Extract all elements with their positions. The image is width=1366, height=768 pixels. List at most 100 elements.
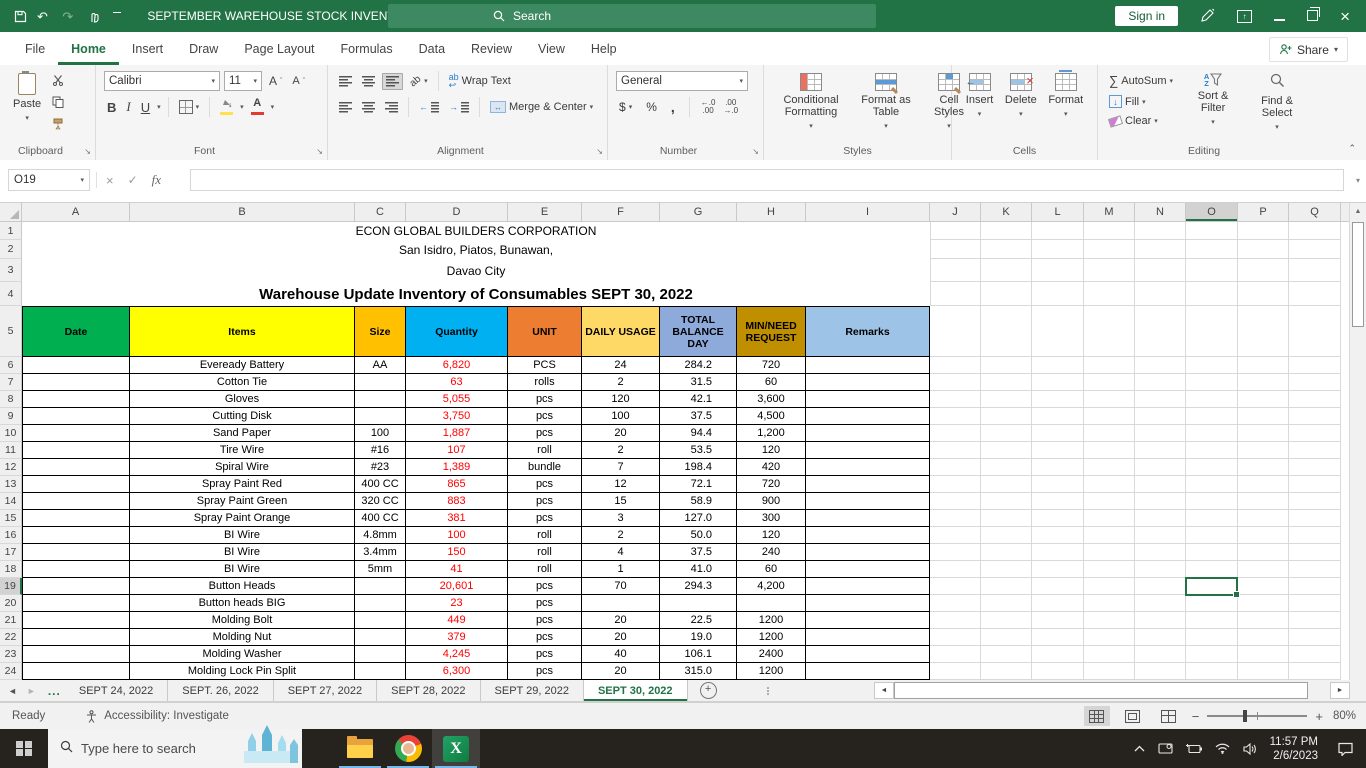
cell[interactable] <box>1289 476 1341 493</box>
cell[interactable] <box>1084 459 1135 476</box>
cell[interactable] <box>1238 391 1289 408</box>
search-box[interactable]: Search <box>388 4 876 28</box>
cell[interactable] <box>981 612 1032 629</box>
table-header-min-need-request[interactable]: MIN/NEED REQUEST <box>737 306 806 357</box>
cell[interactable]: pcs <box>508 595 582 612</box>
cell[interactable] <box>1186 442 1238 459</box>
cell[interactable] <box>930 425 981 442</box>
row-header-7[interactable]: 7 <box>0 374 22 391</box>
decrease-indent-icon[interactable]: ← <box>416 100 442 115</box>
cell[interactable] <box>981 527 1032 544</box>
cell[interactable] <box>981 442 1032 459</box>
cell[interactable]: 400 CC <box>355 510 406 527</box>
cell[interactable]: Cotton Tie <box>130 374 355 391</box>
cell[interactable] <box>981 663 1032 680</box>
taskbar-search-box[interactable]: Type here to search <box>48 725 302 768</box>
cell[interactable]: 5,055 <box>406 391 508 408</box>
cell[interactable]: 70 <box>582 578 660 595</box>
column-header-L[interactable]: L <box>1032 203 1084 221</box>
cell[interactable] <box>1238 663 1289 680</box>
cell[interactable] <box>806 476 930 493</box>
cell[interactable] <box>22 561 130 578</box>
row-header-8[interactable]: 8 <box>0 391 22 408</box>
tray-battery-icon[interactable] <box>1185 743 1202 754</box>
underline-button[interactable]: U <box>138 98 153 117</box>
cell[interactable] <box>1289 282 1341 306</box>
increase-decimal-icon[interactable]: ←.0.00 <box>701 99 716 115</box>
new-sheet-button[interactable]: + <box>699 682 717 699</box>
clipboard-dialog-launcher-icon[interactable]: ↘ <box>84 147 91 156</box>
cell[interactable] <box>1135 374 1186 391</box>
cell[interactable] <box>1289 259 1341 282</box>
cell[interactable] <box>1238 476 1289 493</box>
cell[interactable]: 107 <box>406 442 508 459</box>
cell[interactable] <box>981 222 1032 240</box>
cell[interactable] <box>22 493 130 510</box>
cell[interactable] <box>1032 612 1084 629</box>
menu-tab-draw[interactable]: Draw <box>176 32 231 65</box>
cell[interactable]: 1200 <box>737 629 806 646</box>
cell[interactable]: 20 <box>582 629 660 646</box>
cell[interactable] <box>806 629 930 646</box>
cell[interactable] <box>1289 493 1341 510</box>
cell[interactable] <box>930 544 981 561</box>
cell[interactable]: 58.9 <box>660 493 737 510</box>
column-header-K[interactable]: K <box>981 203 1032 221</box>
font-family-select[interactable]: Calibri ▾ <box>104 71 220 91</box>
row-header-18[interactable]: 18 <box>0 561 22 578</box>
cell[interactable]: 72.1 <box>660 476 737 493</box>
cell[interactable] <box>981 493 1032 510</box>
cell[interactable] <box>22 442 130 459</box>
cell[interactable] <box>1186 425 1238 442</box>
scroll-right-icon[interactable]: ► <box>1330 682 1350 699</box>
cell[interactable]: 127.0 <box>660 510 737 527</box>
cell[interactable] <box>1186 282 1238 306</box>
column-header-D[interactable]: D <box>406 203 508 221</box>
cell[interactable] <box>1289 663 1341 680</box>
merged-title-cell[interactable]: Warehouse Update Inventory of Consumable… <box>22 282 930 306</box>
taskbar-excel-button[interactable]: X <box>432 729 480 768</box>
cell[interactable] <box>1084 493 1135 510</box>
cell[interactable] <box>981 476 1032 493</box>
clear-button[interactable]: Clear ▾ <box>1106 113 1176 129</box>
cell[interactable] <box>1186 357 1238 374</box>
cell[interactable] <box>1135 425 1186 442</box>
cell[interactable] <box>930 459 981 476</box>
cell[interactable] <box>1186 374 1238 391</box>
column-header-F[interactable]: F <box>582 203 660 221</box>
cell[interactable] <box>1084 391 1135 408</box>
tray-wifi-icon[interactable] <box>1215 743 1230 754</box>
column-header-G[interactable]: G <box>660 203 737 221</box>
cell[interactable] <box>1135 391 1186 408</box>
cell[interactable] <box>1289 408 1341 425</box>
cell[interactable]: 4.8mm <box>355 527 406 544</box>
cell[interactable] <box>930 561 981 578</box>
cell[interactable]: rolls <box>508 374 582 391</box>
cell[interactable]: 1200 <box>737 663 806 680</box>
cell[interactable] <box>1032 459 1084 476</box>
page-layout-view-button[interactable] <box>1120 706 1146 726</box>
share-button[interactable]: Share ▾ <box>1268 37 1348 62</box>
cell[interactable] <box>981 629 1032 646</box>
row-header-19[interactable]: 19 <box>0 578 22 595</box>
cell[interactable]: PCS <box>508 357 582 374</box>
cell[interactable] <box>1238 425 1289 442</box>
cell[interactable]: roll <box>508 527 582 544</box>
number-dialog-launcher-icon[interactable]: ↘ <box>752 147 759 156</box>
cell[interactable] <box>930 282 981 306</box>
cell[interactable]: 37.5 <box>660 544 737 561</box>
cell[interactable] <box>1238 527 1289 544</box>
zoom-slider[interactable] <box>1207 710 1308 722</box>
cell[interactable] <box>22 544 130 561</box>
sheet-tab-sept-26-2022[interactable]: SEPT. 26, 2022 <box>168 680 274 701</box>
expand-formula-bar-icon[interactable]: ▾ <box>1356 176 1360 185</box>
cell[interactable] <box>930 259 981 282</box>
cell[interactable] <box>1238 493 1289 510</box>
cell[interactable] <box>981 374 1032 391</box>
cell[interactable] <box>1238 561 1289 578</box>
bottom-align-icon[interactable] <box>382 72 403 90</box>
cell[interactable] <box>1186 595 1238 612</box>
save-icon[interactable] <box>14 10 27 23</box>
cell[interactable] <box>930 493 981 510</box>
cell[interactable]: 100 <box>355 425 406 442</box>
